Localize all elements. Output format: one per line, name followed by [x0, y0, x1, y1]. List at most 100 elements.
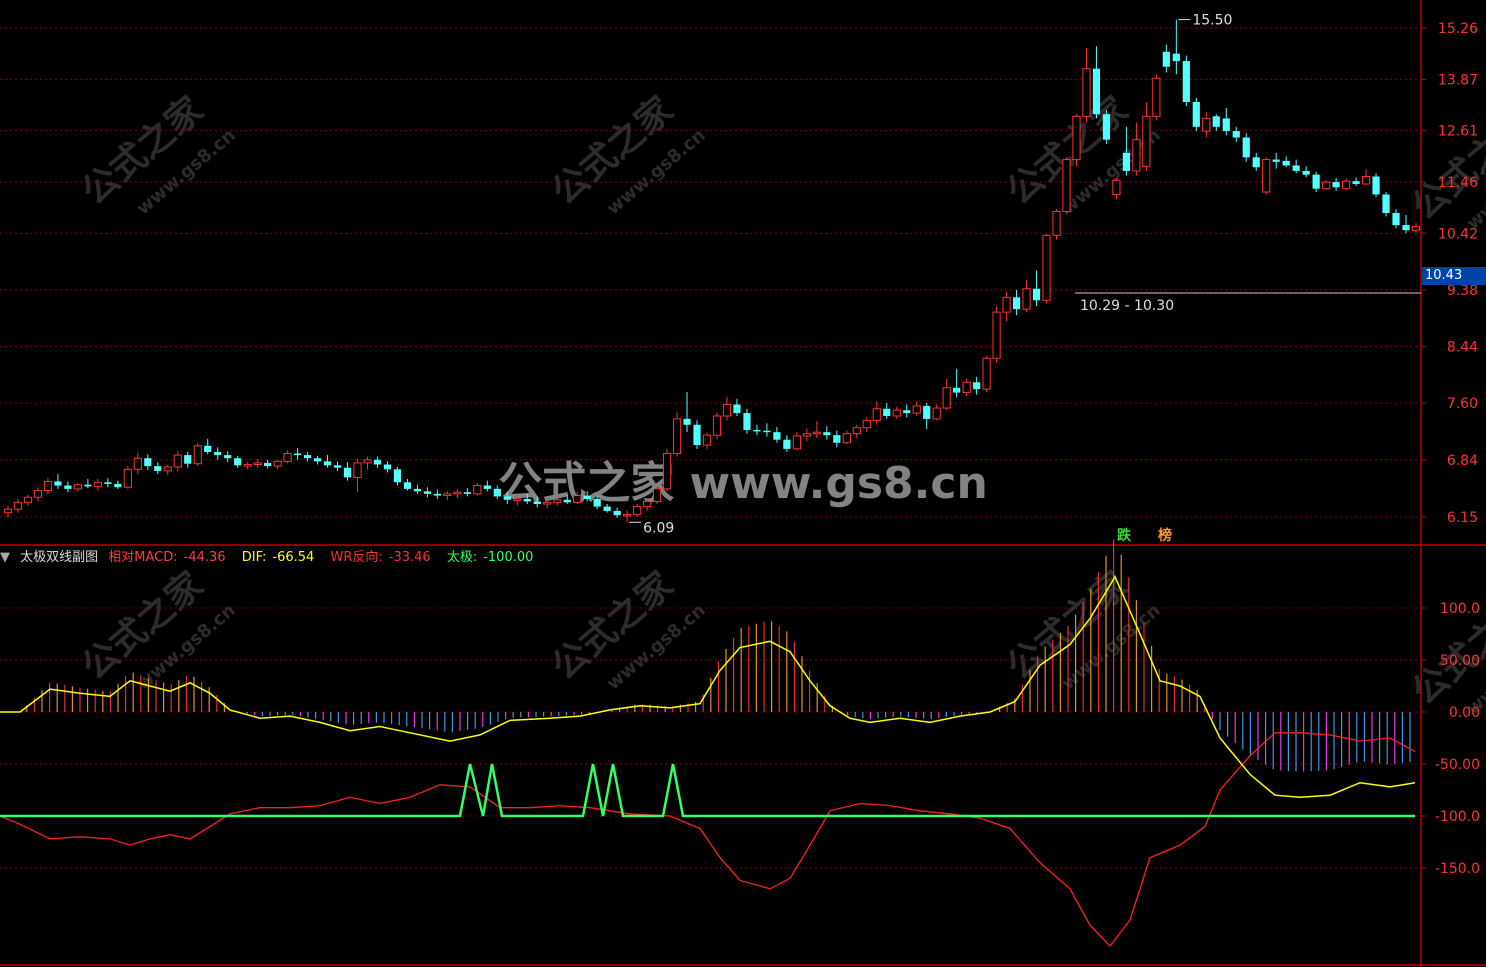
candle-body	[214, 451, 222, 456]
main-tick-label: 10.42	[1438, 226, 1478, 242]
candle-body	[1352, 181, 1360, 184]
candle-body	[783, 439, 791, 449]
candle-body	[1052, 211, 1061, 236]
candle-body	[443, 493, 452, 497]
main-tick-label: 9.38	[1447, 283, 1478, 299]
taiji-line	[0, 763, 1415, 818]
candle-body	[1322, 181, 1331, 190]
candle-body	[1361, 175, 1371, 185]
candle-body	[563, 499, 571, 503]
candle-body	[1072, 115, 1081, 161]
candle-body	[942, 387, 951, 409]
candle-body	[483, 485, 491, 489]
candle-body	[613, 510, 621, 516]
ind-tick-label: 50.00	[1440, 653, 1480, 669]
candle-body	[123, 468, 132, 488]
candle-body	[423, 491, 431, 494]
candle-body	[702, 434, 712, 446]
main-tick-label: 8.44	[1447, 340, 1478, 356]
candle-body	[892, 409, 901, 417]
candle-body	[23, 496, 33, 503]
candle-body	[842, 433, 851, 444]
candle-body	[1082, 68, 1091, 117]
candle-body	[533, 501, 541, 505]
candle-body	[903, 410, 911, 414]
collapse-icon[interactable]: ▼	[0, 550, 10, 565]
candle-body	[823, 432, 831, 436]
legend-taiji: 太极: -100.00	[446, 550, 534, 565]
candle-body	[1242, 137, 1250, 158]
candle-body	[283, 453, 292, 462]
low-label: 6.09	[643, 520, 674, 536]
candle-body	[234, 458, 242, 466]
candle-body	[333, 465, 342, 468]
candle-body	[243, 464, 252, 467]
candle-body	[144, 458, 152, 467]
candle-body	[1102, 114, 1111, 140]
candle-body	[1342, 180, 1351, 190]
candle-body	[1382, 194, 1390, 214]
candle-body	[1262, 159, 1271, 193]
candle-body	[693, 424, 701, 446]
candle-body	[862, 419, 871, 429]
candle-body	[573, 495, 582, 503]
candle-body	[1142, 115, 1151, 167]
candle-body	[792, 435, 801, 450]
candle-body	[264, 462, 272, 467]
main-tick-label: 15.26	[1438, 21, 1478, 37]
candle-body	[773, 432, 781, 440]
candle-body	[1272, 159, 1280, 162]
candle-body	[652, 488, 662, 502]
candle-body	[353, 462, 362, 478]
indicator-legend: ▼ 太极双线副图 相对MACD: -44.36 DIF: -66.54 WR反向: -…	[0, 546, 545, 565]
candle-body	[1292, 165, 1300, 171]
candle-body	[104, 482, 112, 484]
main-tick-label: 11.46	[1438, 175, 1478, 191]
candle-body	[733, 404, 741, 414]
main-tick-label: 12.61	[1438, 124, 1478, 140]
candle-body	[1042, 234, 1051, 301]
candle-body	[973, 382, 981, 390]
main-candles	[3, 19, 1421, 523]
candle-body	[662, 453, 672, 490]
watermark-tile: 公式之家www.gs8.cn	[544, 564, 709, 694]
main-tick-label: 6.84	[1447, 453, 1478, 469]
candle-body	[962, 381, 971, 394]
candle-body	[812, 431, 821, 435]
candle-body	[1411, 226, 1421, 231]
candle-body	[543, 501, 552, 505]
candle-body	[1372, 176, 1380, 195]
main-tick-label: 7.60	[1447, 396, 1478, 412]
main-tick-label: 13.87	[1438, 72, 1478, 88]
candle-body	[852, 427, 861, 435]
candle-body	[513, 498, 522, 501]
candle-body	[54, 481, 62, 486]
ind-tick-label: -100.0	[1435, 809, 1480, 825]
indicator-lines	[0, 539, 1416, 947]
candle-body	[553, 499, 562, 503]
candle-body	[1162, 51, 1170, 67]
wr-line	[0, 732, 1416, 947]
candle-body	[1302, 170, 1310, 175]
candle-body	[932, 407, 941, 420]
indicator-title[interactable]: 太极双线副图	[20, 550, 98, 565]
candle-body	[802, 433, 811, 437]
candle-body	[224, 455, 232, 459]
candle-body	[1112, 179, 1121, 195]
candle-body	[33, 490, 43, 498]
candle-body	[912, 405, 921, 414]
ind-tick-label: -150.0	[1435, 861, 1480, 877]
candle-body	[1022, 288, 1031, 310]
candle-body	[623, 513, 632, 517]
candle-body	[193, 445, 202, 465]
candle-body	[403, 482, 412, 489]
candle-body	[603, 506, 611, 511]
candle-body	[1152, 77, 1161, 117]
candle-body	[1202, 117, 1211, 132]
candle-body	[1092, 68, 1101, 115]
ind-tick-label: 0.00	[1449, 705, 1480, 721]
candle-body	[43, 480, 53, 492]
candle-body	[433, 493, 441, 496]
candle-body	[313, 458, 322, 462]
candle-body	[833, 435, 841, 443]
